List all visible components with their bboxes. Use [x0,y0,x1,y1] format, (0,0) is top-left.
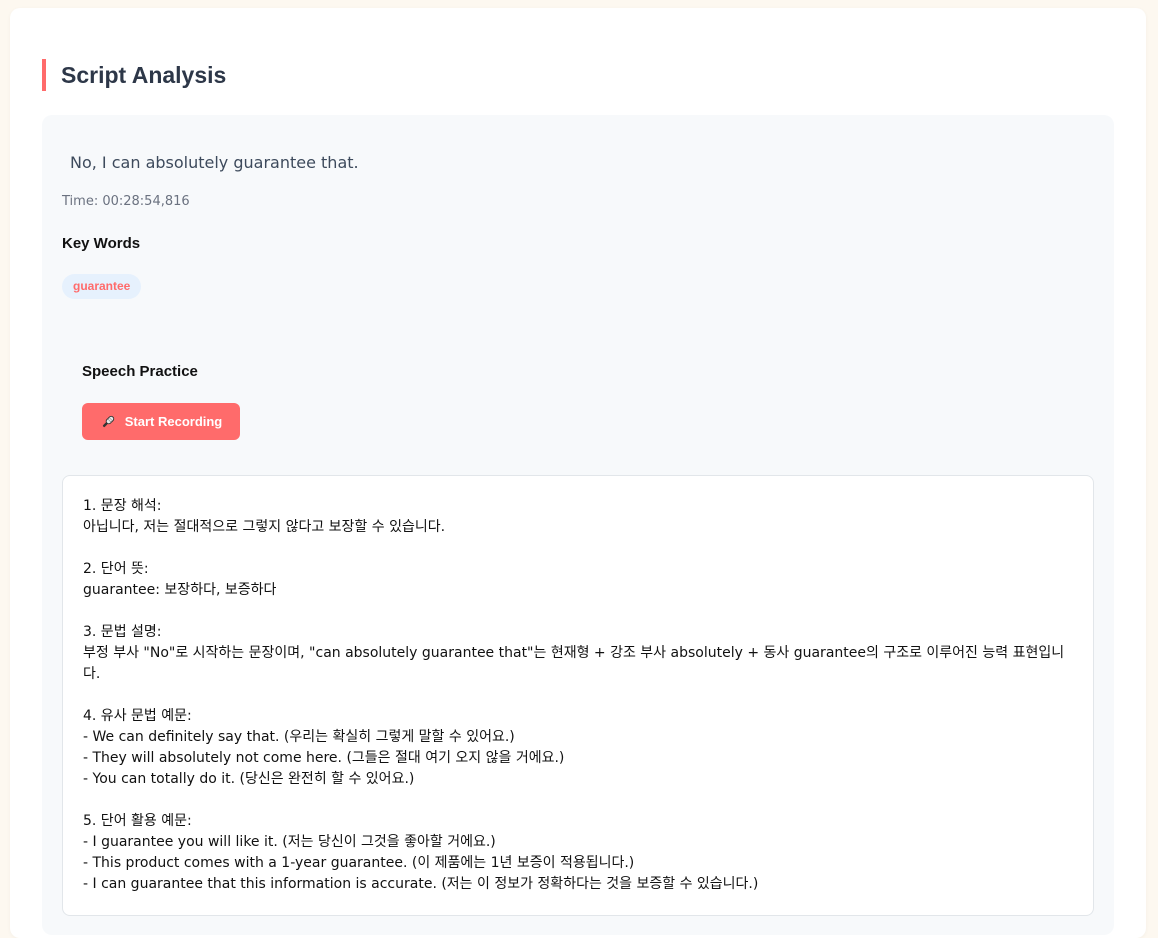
start-recording-button[interactable]: Start Recording [82,403,240,440]
timestamp: Time: 00:28:54,816 [62,194,190,209]
analysis-panel: No, I can absolutely guarantee that. Tim… [42,115,1114,935]
explanation-box: 1. 문장 해석: 아닙니다, 저는 절대적으로 그렇지 않다고 보장할 수 있… [62,475,1094,916]
keyword-chip[interactable]: guarantee [62,274,142,299]
start-recording-label: Start Recording [124,414,223,429]
script-analysis-card: Script Analysis No, I can absolutely gua… [10,8,1146,938]
explanation-text: 1. 문장 해석: 아닙니다, 저는 절대적으로 그렇지 않다고 보장할 수 있… [83,498,1065,892]
section-title: Script Analysis [42,59,226,91]
script-sentence: No, I can absolutely guarantee that. [70,153,359,172]
microphone-icon [100,414,116,430]
keywords-heading: Key Words [62,235,141,252]
speech-practice-heading: Speech Practice [82,363,198,380]
